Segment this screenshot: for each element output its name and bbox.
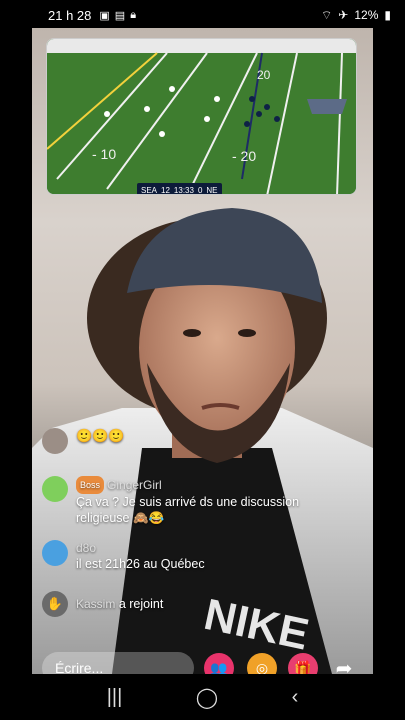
avatar[interactable] bbox=[42, 428, 68, 454]
chat-username[interactable]: Kassim bbox=[76, 597, 115, 611]
chat-message: 🙂🙂🙂 bbox=[42, 428, 125, 454]
status-bar: 21 h 28 ▣ ▤ 🔒︎ ⌔ ✈ 12% ▮ bbox=[0, 0, 405, 30]
chat-username[interactable]: GingerGirl bbox=[107, 478, 162, 492]
wave-hand-icon: ✋ bbox=[42, 591, 68, 617]
yard-number: 20 bbox=[257, 68, 271, 82]
chat-body: Boss GingerGirl Ça va ? Je suis arrivé ds… bbox=[76, 476, 316, 526]
boss-badge: Boss bbox=[76, 476, 105, 494]
chat-body: d8o il est 21h26 au Québec bbox=[76, 540, 205, 572]
gift-button[interactable]: 🎁 bbox=[288, 653, 318, 674]
system-icons: ⌔ ✈ 12% ▮ bbox=[321, 8, 391, 23]
game-clock: 13:33 bbox=[173, 185, 194, 195]
yard-number: - 10 bbox=[92, 146, 116, 162]
airplane-icon: ✈ bbox=[338, 8, 349, 22]
chat-message: Boss GingerGirl Ça va ? Je suis arrivé ds… bbox=[42, 476, 316, 526]
chat-body: Kassim a rejoint bbox=[76, 596, 163, 612]
yard-number: - 20 bbox=[232, 148, 256, 164]
home-button[interactable]: ◯ bbox=[196, 685, 218, 710]
chat-join-notice: ✋ Kassim a rejoint bbox=[42, 591, 163, 617]
comment-input[interactable]: Écrire... bbox=[42, 652, 194, 674]
score-right: 0 bbox=[197, 185, 203, 195]
pip-video[interactable]: - 10 - 20 20 SEA 12 13:33 0 NE bbox=[46, 38, 357, 195]
back-button[interactable]: ‹ bbox=[292, 686, 299, 709]
gift-icon: 🎁 bbox=[294, 659, 312, 675]
score-bug: SEA 12 13:33 0 NE bbox=[137, 183, 222, 195]
people-icon: 👥 bbox=[210, 659, 228, 675]
chat-username[interactable]: d8o bbox=[76, 540, 205, 556]
chat-text: Ça va ? Je suis arrivé ds une discussion… bbox=[76, 495, 300, 525]
battery-level: 12% bbox=[354, 8, 379, 22]
recent-apps-button[interactable]: ||| bbox=[107, 686, 123, 709]
battery-icon: ▮ bbox=[384, 8, 391, 22]
bottom-action-bar: Écrire... 👥 ◎ 🎁 ➦ 16 bbox=[32, 650, 373, 674]
football-field: - 10 - 20 20 bbox=[47, 39, 356, 194]
chat-message: d8o il est 21h26 au Québec bbox=[42, 540, 205, 572]
guests-button[interactable]: 👥 bbox=[204, 653, 234, 674]
team-right: NE bbox=[206, 185, 218, 195]
notification-icons: ▣ ▤ 🔒︎ bbox=[99, 9, 136, 22]
chat-text: 🙂🙂🙂 bbox=[76, 428, 125, 443]
avatar[interactable] bbox=[42, 540, 68, 566]
coins-button[interactable]: ◎ bbox=[247, 653, 277, 674]
wifi-icon: ⌔ bbox=[321, 7, 333, 22]
app-notification-icon: ▤ bbox=[114, 9, 126, 22]
live-stream-stage[interactable]: NIKE - 10 - 20 20 SEA 12 13:33 0 NE 🙂🙂🙂 … bbox=[32, 28, 373, 674]
status-time: 21 h 28 bbox=[48, 7, 92, 23]
app-notification-icon: ▣ bbox=[99, 9, 110, 22]
chat-text: a rejoint bbox=[118, 597, 164, 611]
broadcast-logo bbox=[307, 99, 347, 114]
lock-icon: 🔒︎ bbox=[130, 8, 137, 21]
system-nav-bar: ||| ◯ ‹ bbox=[0, 674, 405, 720]
share-arrow-icon: ➦ bbox=[335, 657, 353, 675]
chat-text: il est 21h26 au Québec bbox=[76, 557, 205, 571]
coin-icon: ◎ bbox=[255, 659, 269, 675]
score-left: 12 bbox=[161, 185, 170, 195]
team-left: SEA bbox=[141, 185, 158, 195]
avatar[interactable] bbox=[42, 476, 68, 502]
share-button[interactable]: ➦ bbox=[329, 653, 359, 675]
